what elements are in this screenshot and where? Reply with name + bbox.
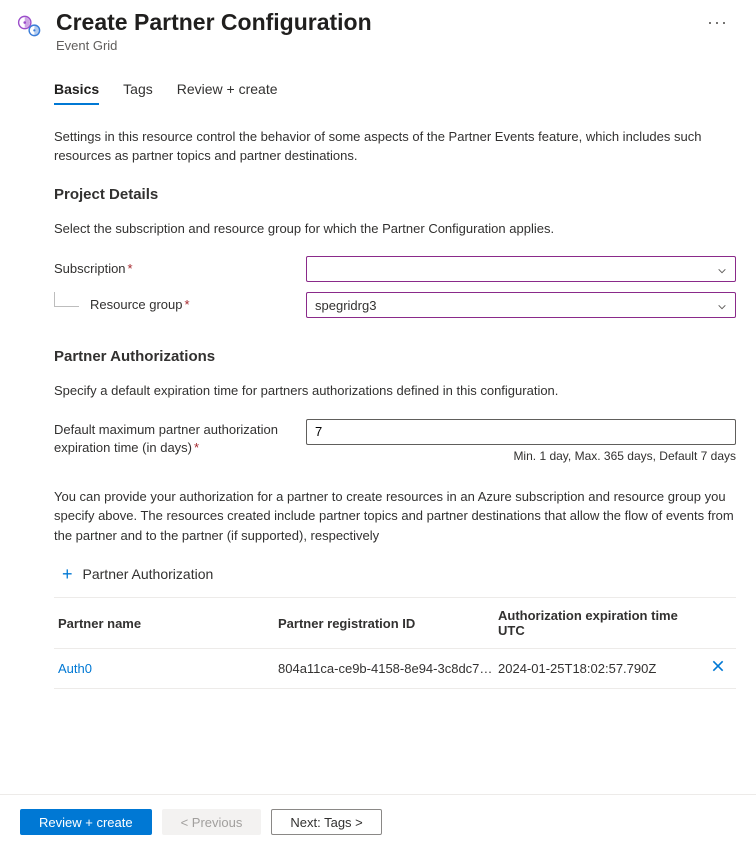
tab-strip: Basics Tags Review + create <box>54 81 736 105</box>
subscription-label: Subscription* <box>54 260 306 278</box>
col-auth-exp: Authorization expiration time UTC <box>498 608 704 638</box>
remove-row-button[interactable] <box>704 659 732 678</box>
chevron-down-icon <box>717 300 727 310</box>
chevron-down-icon <box>717 264 727 274</box>
plus-icon: + <box>62 565 73 583</box>
tab-review-create[interactable]: Review + create <box>177 81 278 105</box>
expiry-hint: Min. 1 day, Max. 365 days, Default 7 day… <box>306 449 736 463</box>
review-create-button[interactable]: Review + create <box>20 809 152 835</box>
more-actions-button[interactable]: ··· <box>699 8 736 37</box>
add-partner-authorization-label: Partner Authorization <box>83 566 214 582</box>
expiry-input[interactable] <box>306 419 736 445</box>
event-grid-icon <box>16 12 44 40</box>
project-details-heading: Project Details <box>54 186 736 203</box>
next-button[interactable]: Next: Tags > <box>271 809 381 835</box>
tab-basics[interactable]: Basics <box>54 81 99 105</box>
partner-auth-table: Partner name Partner registration ID Aut… <box>54 597 736 689</box>
partner-auth-paragraph: You can provide your authorization for a… <box>54 487 736 546</box>
table-row: Auth0 804a11ca-ce9b-4158-8e94-3c8dc7… 20… <box>54 649 736 689</box>
expiry-label: Default maximum partner authorization ex… <box>54 419 306 457</box>
add-partner-authorization-button[interactable]: + Partner Authorization <box>54 555 736 597</box>
page-title: Create Partner Configuration <box>56 8 687 38</box>
col-partner-regid: Partner registration ID <box>278 616 498 631</box>
close-icon <box>711 660 725 677</box>
partner-exp-value: 2024-01-25T18:02:57.790Z <box>498 661 704 676</box>
resource-group-select[interactable]: spegridrg3 <box>306 292 736 318</box>
partner-auth-heading: Partner Authorizations <box>54 348 736 365</box>
intro-text: Settings in this resource control the be… <box>54 127 736 166</box>
partner-auth-desc: Specify a default expiration time for pa… <box>54 381 736 401</box>
previous-button: < Previous <box>162 809 262 835</box>
subscription-select[interactable] <box>306 256 736 282</box>
resource-group-label: Resource group* <box>54 296 306 314</box>
col-partner-name: Partner name <box>58 616 278 631</box>
resource-group-value: spegridrg3 <box>315 298 376 313</box>
tab-tags[interactable]: Tags <box>123 81 153 105</box>
project-details-desc: Select the subscription and resource gro… <box>54 219 736 239</box>
wizard-footer: Review + create < Previous Next: Tags > <box>0 794 756 849</box>
partner-regid-value: 804a11ca-ce9b-4158-8e94-3c8dc7… <box>278 661 498 676</box>
page-subtitle: Event Grid <box>56 38 687 53</box>
partner-name-link[interactable]: Auth0 <box>58 661 278 676</box>
